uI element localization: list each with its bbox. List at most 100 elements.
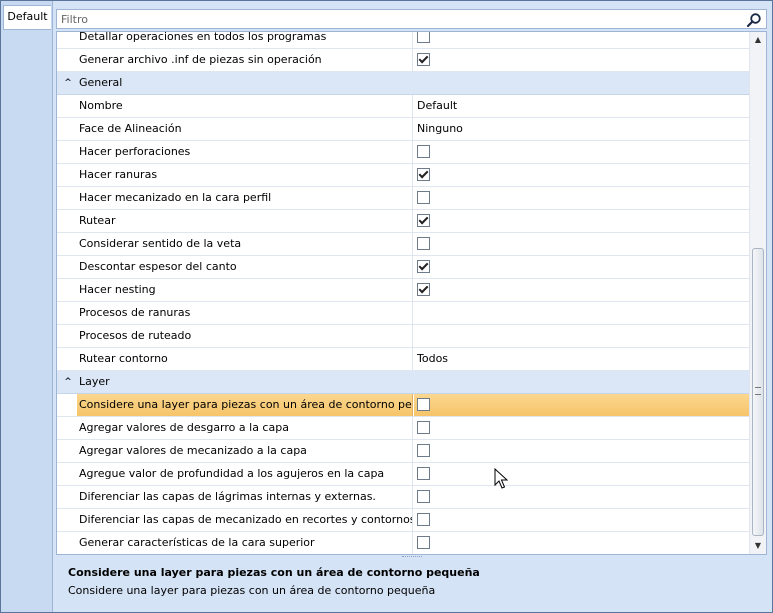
- row-gutter: [57, 279, 77, 301]
- checkbox-unchecked-icon[interactable]: [417, 466, 430, 480]
- checkbox-unchecked-icon[interactable]: [417, 535, 430, 549]
- property-row[interactable]: Nombre Default: [57, 95, 751, 118]
- property-name: Procesos de ranuras: [77, 302, 413, 324]
- property-value[interactable]: [414, 532, 751, 554]
- checkbox-unchecked-icon[interactable]: [417, 144, 430, 158]
- collapse-chevron-icon[interactable]: ^: [63, 78, 73, 88]
- scroll-up-arrow-icon[interactable]: ▲: [750, 32, 766, 48]
- property-row[interactable]: Procesos de ruteado: [57, 325, 751, 348]
- checkbox-unchecked-icon[interactable]: [417, 397, 430, 411]
- help-description: Considere una layer para piezas con un á…: [68, 584, 436, 597]
- property-value[interactable]: [414, 417, 751, 439]
- help-pane: Considere una layer para piezas con un á…: [56, 560, 767, 611]
- property-rows: Detallar operaciones en todos los progra…: [57, 32, 751, 554]
- row-gutter: [57, 325, 77, 347]
- property-name: Diferenciar las capas de lágrimas intern…: [77, 486, 413, 508]
- property-value[interactable]: [414, 394, 751, 416]
- property-row[interactable]: Hacer mecanizado en la cara perfil: [57, 187, 751, 210]
- row-gutter: [57, 49, 77, 71]
- property-name: Hacer perforaciones: [77, 141, 413, 163]
- tab-default[interactable]: Default: [3, 5, 51, 30]
- filter-input[interactable]: [61, 12, 741, 26]
- property-value[interactable]: [414, 325, 751, 347]
- property-row[interactable]: Rutear contorno Todos: [57, 348, 751, 371]
- property-row[interactable]: Generar características de la cara super…: [57, 532, 751, 554]
- property-name: Considere una layer para piezas con un á…: [77, 394, 413, 416]
- property-panel: Detallar operaciones en todos los progra…: [54, 7, 771, 611]
- row-gutter: [57, 348, 77, 370]
- property-row[interactable]: Hacer ranuras: [57, 164, 751, 187]
- property-row[interactable]: Diferenciar las capas de lágrimas intern…: [57, 486, 751, 509]
- property-row[interactable]: Considerar sentido de la veta: [57, 233, 751, 256]
- property-value[interactable]: [414, 164, 751, 186]
- checkbox-unchecked-icon[interactable]: [417, 32, 430, 43]
- property-row[interactable]: Rutear: [57, 210, 751, 233]
- property-name: Nombre: [77, 95, 413, 117]
- property-value[interactable]: [414, 141, 751, 163]
- property-row[interactable]: Hacer perforaciones: [57, 141, 751, 164]
- property-value[interactable]: [414, 440, 751, 462]
- property-row[interactable]: Generar archivo .inf de piezas sin opera…: [57, 49, 751, 72]
- row-gutter: [57, 417, 77, 439]
- property-row[interactable]: Procesos de ranuras: [57, 302, 751, 325]
- property-name: Agregue valor de profundidad a los aguje…: [77, 463, 413, 485]
- property-value[interactable]: [414, 302, 751, 324]
- filter-box[interactable]: [56, 9, 767, 29]
- property-value[interactable]: [414, 233, 751, 255]
- checkbox-unchecked-icon[interactable]: [417, 236, 430, 250]
- property-row[interactable]: Face de Alineación Ninguno: [57, 118, 751, 141]
- row-gutter: [57, 187, 77, 209]
- property-row[interactable]: Detallar operaciones en todos los progra…: [57, 32, 751, 49]
- vertical-scrollbar[interactable]: ▲ ▼: [749, 32, 766, 554]
- scroll-thumb[interactable]: [752, 248, 764, 536]
- property-name: Detallar operaciones en todos los progra…: [77, 32, 413, 48]
- category-layer[interactable]: ^ Layer: [57, 371, 751, 394]
- checkbox-checked-icon[interactable]: [417, 52, 430, 66]
- property-row[interactable]: Diferenciar las capas de mecanizado en r…: [57, 509, 751, 532]
- search-icon[interactable]: [746, 12, 762, 28]
- row-gutter: [57, 32, 77, 48]
- property-value[interactable]: [414, 509, 751, 531]
- checkbox-checked-icon[interactable]: [417, 213, 430, 227]
- checkbox-checked-icon[interactable]: [417, 282, 430, 296]
- property-name: Procesos de ruteado: [77, 325, 413, 347]
- checkbox-unchecked-icon[interactable]: [417, 420, 430, 434]
- property-value[interactable]: [414, 256, 751, 278]
- property-name: Diferenciar las capas de mecanizado en r…: [77, 509, 413, 531]
- property-row[interactable]: Considere una layer para piezas con un á…: [57, 394, 751, 417]
- row-gutter: [57, 394, 77, 416]
- property-value[interactable]: [414, 210, 751, 232]
- property-value[interactable]: [414, 463, 751, 485]
- property-value[interactable]: [414, 49, 751, 71]
- checkbox-checked-icon[interactable]: [417, 259, 430, 273]
- property-value[interactable]: [414, 187, 751, 209]
- category-label: Layer: [79, 375, 110, 388]
- checkbox-unchecked-icon[interactable]: [417, 512, 430, 526]
- checkbox-unchecked-icon[interactable]: [417, 190, 430, 204]
- property-row[interactable]: Hacer nesting: [57, 279, 751, 302]
- property-value[interactable]: [414, 486, 751, 508]
- checkbox-unchecked-icon[interactable]: [417, 443, 430, 457]
- row-gutter: [57, 532, 77, 554]
- left-tab-strip: Default: [1, 1, 53, 612]
- collapse-chevron-icon[interactable]: ^: [63, 377, 73, 387]
- category-general[interactable]: ^ General: [57, 72, 751, 95]
- property-row[interactable]: Agregar valores de desgarro a la capa: [57, 417, 751, 440]
- checkbox-unchecked-icon[interactable]: [417, 489, 430, 503]
- property-value[interactable]: Ninguno: [414, 118, 751, 140]
- property-name: Rutear: [77, 210, 413, 232]
- property-row[interactable]: Descontar espesor del canto: [57, 256, 751, 279]
- row-gutter: [57, 256, 77, 278]
- property-row[interactable]: Agregar valores de mecanizado a la capa: [57, 440, 751, 463]
- row-gutter: [57, 141, 77, 163]
- property-row[interactable]: Agregue valor de profundidad a los aguje…: [57, 463, 751, 486]
- row-gutter: [57, 210, 77, 232]
- scroll-down-arrow-icon[interactable]: ▼: [750, 538, 766, 554]
- property-name: Descontar espesor del canto: [77, 256, 413, 278]
- property-value[interactable]: Default: [414, 95, 751, 117]
- row-gutter: [57, 463, 77, 485]
- checkbox-checked-icon[interactable]: [417, 167, 430, 181]
- property-value[interactable]: Todos: [414, 348, 751, 370]
- property-value[interactable]: [414, 32, 751, 48]
- property-value[interactable]: [414, 279, 751, 301]
